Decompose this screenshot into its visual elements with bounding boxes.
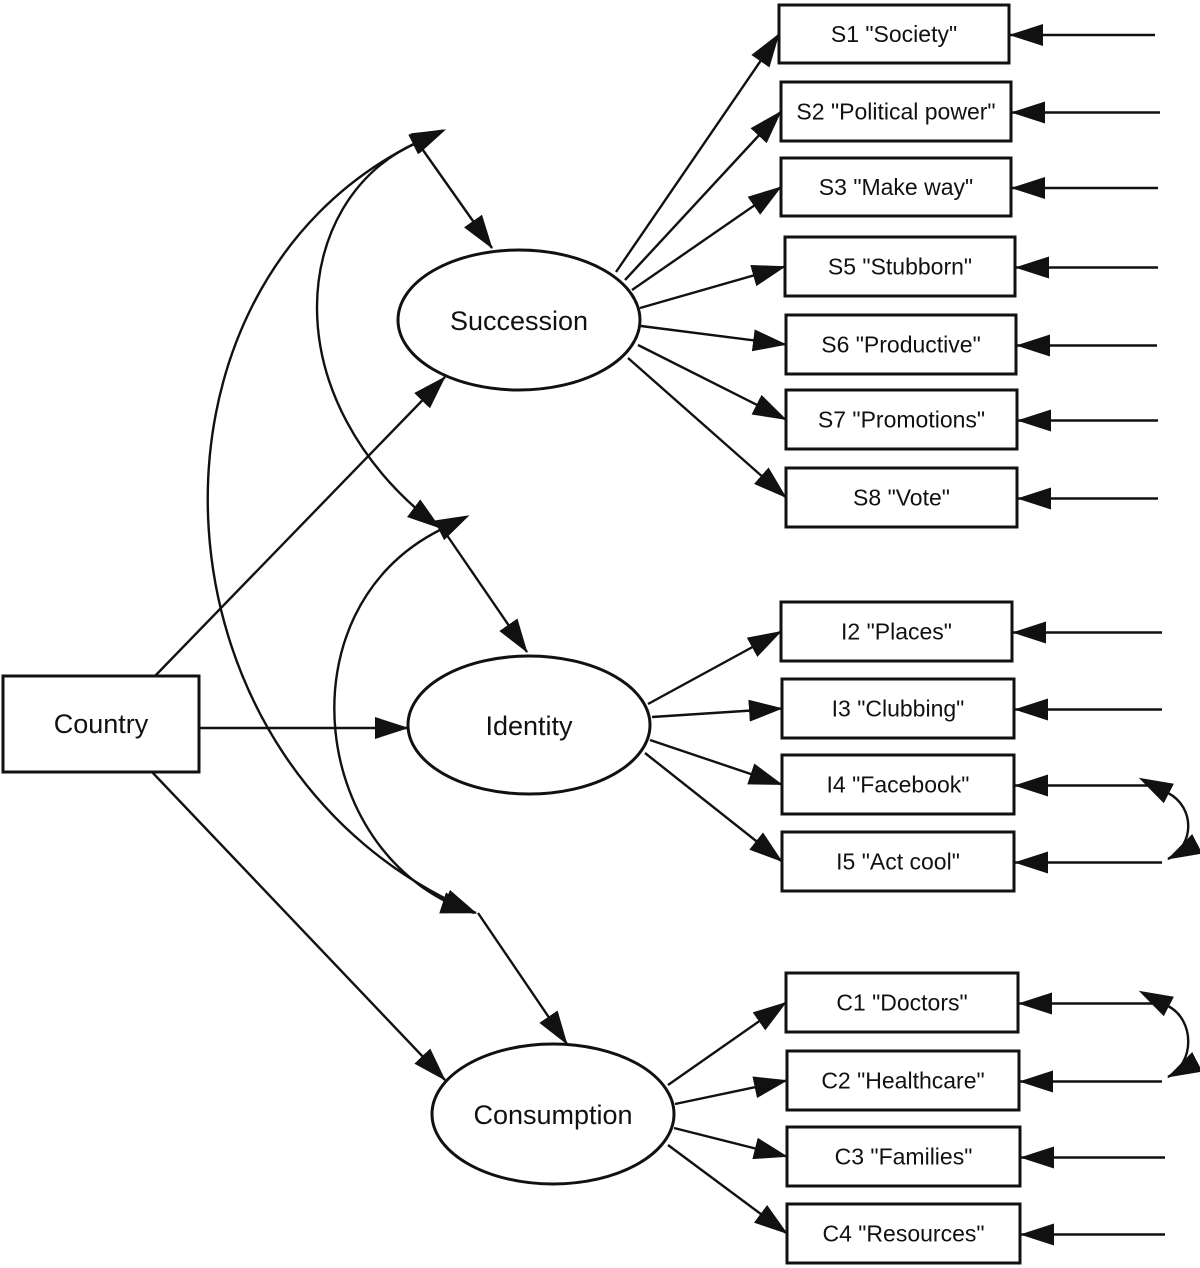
indicator-I3-label: I3 "Clubbing" <box>832 696 965 722</box>
indicator-S2-label: S2 "Political power" <box>796 99 995 125</box>
indicator-S5-label: S5 "Stubborn" <box>828 254 972 280</box>
loading-arrow-identity-to-I4 <box>649 738 783 786</box>
indicator-S1-label: S1 "Society" <box>831 21 957 47</box>
error-covariance-C1-C2 <box>1138 990 1200 1079</box>
indicator-I2-label: I2 "Places" <box>841 619 952 645</box>
loading-arrow-consumption-to-C3 <box>673 1126 788 1160</box>
edges-layer <box>151 24 1200 1246</box>
sem-path-diagram: Country Succession Identity Consumption S1 "… <box>1 3 1200 1265</box>
loading-arrow-consumption-to-C4 <box>667 1144 788 1235</box>
loading-arrow-identity-to-I5 <box>644 752 783 863</box>
loading-arrow-identity-to-I2 <box>647 630 782 706</box>
latent-consumption-label: Consumption <box>473 1100 632 1130</box>
indicator-C1-label: C1 "Doctors" <box>836 990 967 1016</box>
latent-identity-label: Identity <box>485 711 573 741</box>
regression-arrow-country-to-succession <box>154 376 446 677</box>
covariance-arc-succession-consumption <box>206 129 477 915</box>
indicator-S7-label: S7 "Promotions" <box>818 407 985 433</box>
indicator-I4-label: I4 "Facebook" <box>827 772 970 798</box>
residual-arrow-consumption <box>477 912 568 1045</box>
indicator-C2-label: C2 "Healthcare" <box>821 1068 984 1094</box>
indicator-I5-label: I5 "Act cool" <box>836 849 960 875</box>
country-label: Country <box>54 709 149 739</box>
indicator-S3-label: S3 "Make way" <box>819 174 973 200</box>
loading-arrow-succession-to-S6 <box>640 324 787 352</box>
indicator-C3-label: C3 "Families" <box>835 1144 973 1170</box>
residual-arrow-succession <box>417 142 493 249</box>
regression-arrow-country-to-consumption <box>151 771 446 1081</box>
indicator-S6-label: S6 "Productive" <box>821 332 981 358</box>
nodes-layer: Country Succession Identity Consumption S1 "… <box>1 3 1022 1265</box>
loading-arrow-succession-to-S1 <box>615 33 780 273</box>
loading-arrow-consumption-to-C1 <box>667 1001 787 1086</box>
loading-arrow-consumption-to-C2 <box>674 1076 788 1106</box>
indicator-S8-label: S8 "Vote" <box>853 485 950 511</box>
indicator-C4-label: C4 "Resources" <box>822 1221 984 1247</box>
loading-arrow-succession-to-S7 <box>637 343 787 421</box>
latent-succession-label: Succession <box>450 306 588 336</box>
loading-arrow-succession-to-S2 <box>624 110 782 281</box>
loading-arrow-succession-to-S5 <box>639 265 786 310</box>
error-covariance-I4-I5 <box>1138 777 1200 861</box>
residual-arrow-identity <box>441 527 528 653</box>
loading-arrow-identity-to-I3 <box>651 699 783 722</box>
